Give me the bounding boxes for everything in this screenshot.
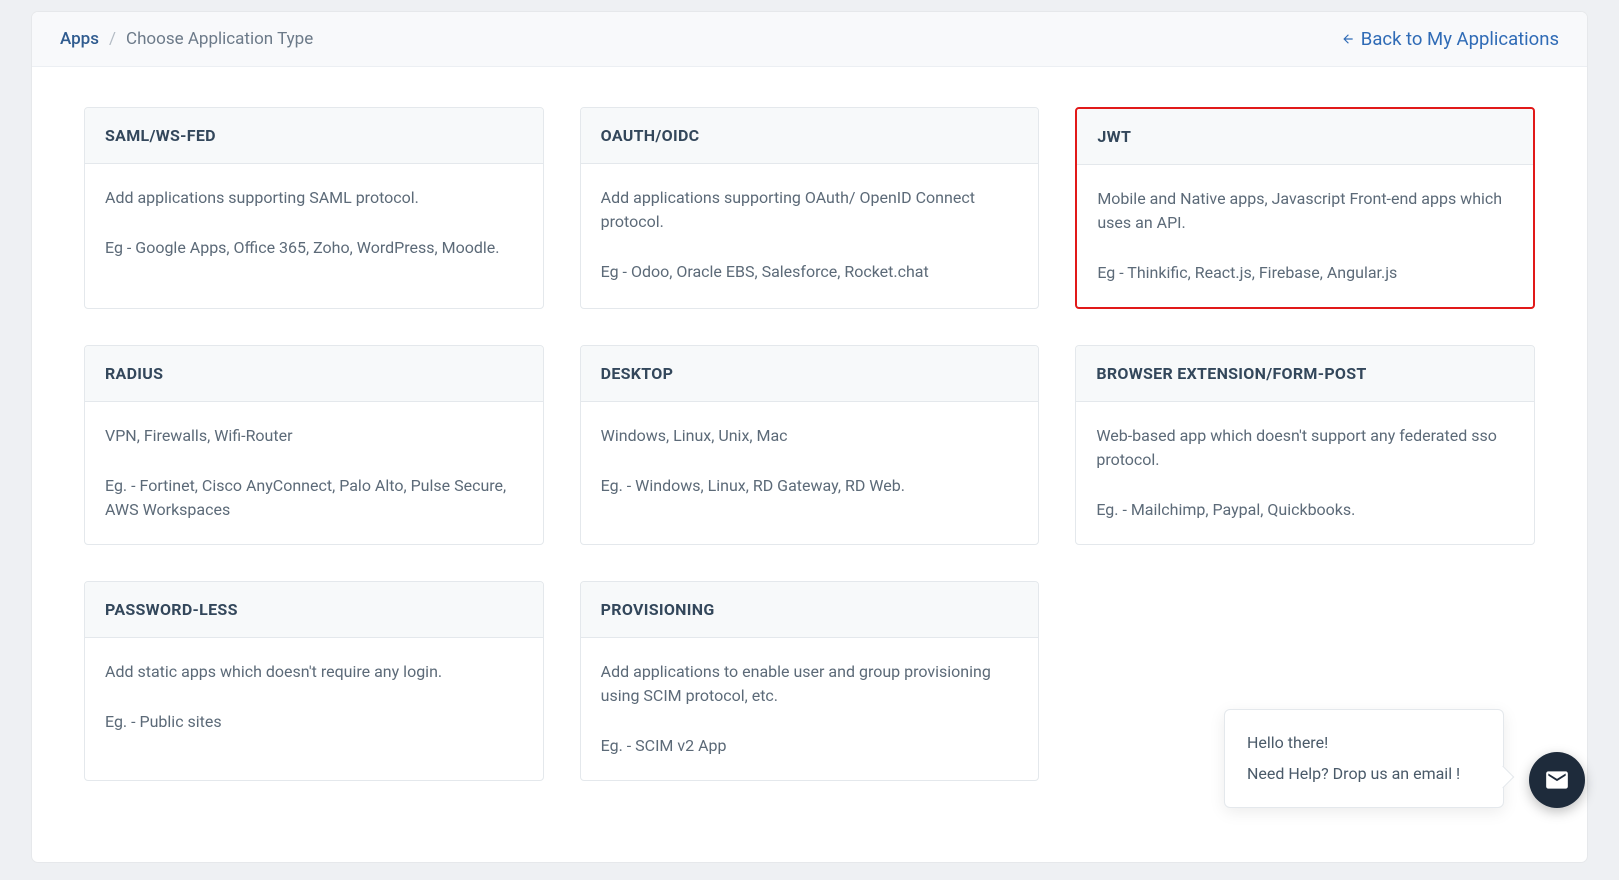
breadcrumb-apps-link[interactable]: Apps (60, 29, 99, 49)
card-desktop[interactable]: DESKTOP Windows, Linux, Unix, Mac Eg. - … (580, 345, 1040, 545)
card-desc: Windows, Linux, Unix, Mac (601, 424, 1019, 448)
card-desc: Add static apps which doesn't require an… (105, 660, 523, 684)
breadcrumb-current: Choose Application Type (126, 29, 313, 49)
card-example: Eg. - Public sites (105, 710, 523, 734)
card-example: Eg. - Windows, Linux, RD Gateway, RD Web… (601, 474, 1019, 498)
card-desc: VPN, Firewalls, Wifi-Router (105, 424, 523, 448)
card-desc: Add applications supporting SAML protoco… (105, 186, 523, 210)
card-body: Web-based app which doesn't support any … (1076, 402, 1534, 544)
card-body: Windows, Linux, Unix, Mac Eg. - Windows,… (581, 402, 1039, 520)
card-title: JWT (1097, 127, 1513, 146)
card-body: VPN, Firewalls, Wifi-Router Eg. - Fortin… (85, 402, 543, 544)
card-body: Mobile and Native apps, Javascript Front… (1077, 165, 1533, 307)
card-browser-extension[interactable]: BROWSER EXTENSION/FORM-POST Web-based ap… (1075, 345, 1535, 545)
app-type-grid: SAML/WS-FED Add applications supporting … (84, 107, 1535, 781)
card-example: Eg. - Fortinet, Cisco AnyConnect, Palo A… (105, 474, 523, 522)
card-header: SAML/WS-FED (85, 108, 543, 164)
help-fab-button[interactable] (1529, 752, 1585, 808)
card-example: Eg - Odoo, Oracle EBS, Salesforce, Rocke… (601, 260, 1019, 284)
card-provisioning[interactable]: PROVISIONING Add applications to enable … (580, 581, 1040, 781)
help-bubble[interactable]: Hello there! Need Help? Drop us an email… (1224, 709, 1504, 808)
mail-icon (1544, 767, 1570, 793)
content-area: SAML/WS-FED Add applications supporting … (32, 67, 1587, 821)
card-body: Add static apps which doesn't require an… (85, 638, 543, 756)
card-desc: Add applications to enable user and grou… (601, 660, 1019, 708)
card-body: Add applications to enable user and grou… (581, 638, 1039, 780)
card-desc: Mobile and Native apps, Javascript Front… (1097, 187, 1513, 235)
card-header: DESKTOP (581, 346, 1039, 402)
arrow-left-icon (1341, 32, 1355, 46)
panel-header: Apps / Choose Application Type Back to M… (32, 12, 1587, 67)
breadcrumb-separator: / (109, 29, 116, 49)
card-header: RADIUS (85, 346, 543, 402)
card-desc: Web-based app which doesn't support any … (1096, 424, 1514, 472)
card-header: BROWSER EXTENSION/FORM-POST (1076, 346, 1534, 402)
card-title: PASSWORD-LESS (105, 600, 523, 619)
card-header: JWT (1077, 109, 1533, 165)
card-saml-wsfed[interactable]: SAML/WS-FED Add applications supporting … (84, 107, 544, 309)
back-link-label: Back to My Applications (1361, 28, 1559, 50)
card-title: PROVISIONING (601, 600, 1019, 619)
breadcrumb: Apps / Choose Application Type (60, 29, 313, 49)
card-body: Add applications supporting OAuth/ OpenI… (581, 164, 1039, 306)
card-header: OAUTH/OIDC (581, 108, 1039, 164)
card-title: OAUTH/OIDC (601, 126, 1019, 145)
back-to-applications-link[interactable]: Back to My Applications (1341, 28, 1559, 50)
card-title: RADIUS (105, 364, 523, 383)
card-body: Add applications supporting SAML protoco… (85, 164, 543, 282)
card-example: Eg. - Mailchimp, Paypal, Quickbooks. (1096, 498, 1514, 522)
card-title: DESKTOP (601, 364, 1019, 383)
card-desc: Add applications supporting OAuth/ OpenI… (601, 186, 1019, 234)
card-title: SAML/WS-FED (105, 126, 523, 145)
card-header: PROVISIONING (581, 582, 1039, 638)
card-jwt[interactable]: JWT Mobile and Native apps, Javascript F… (1075, 107, 1535, 309)
card-example: Eg. - SCIM v2 App (601, 734, 1019, 758)
card-header: PASSWORD-LESS (85, 582, 543, 638)
card-example: Eg - Thinkific, React.js, Firebase, Angu… (1097, 261, 1513, 285)
card-oauth-oidc[interactable]: OAUTH/OIDC Add applications supporting O… (580, 107, 1040, 309)
card-passwordless[interactable]: PASSWORD-LESS Add static apps which does… (84, 581, 544, 781)
card-radius[interactable]: RADIUS VPN, Firewalls, Wifi-Router Eg. -… (84, 345, 544, 545)
card-example: Eg - Google Apps, Office 365, Zoho, Word… (105, 236, 523, 260)
card-title: BROWSER EXTENSION/FORM-POST (1096, 364, 1514, 383)
help-line1: Hello there! (1247, 728, 1481, 758)
help-line2: Need Help? Drop us an email ! (1247, 759, 1481, 789)
